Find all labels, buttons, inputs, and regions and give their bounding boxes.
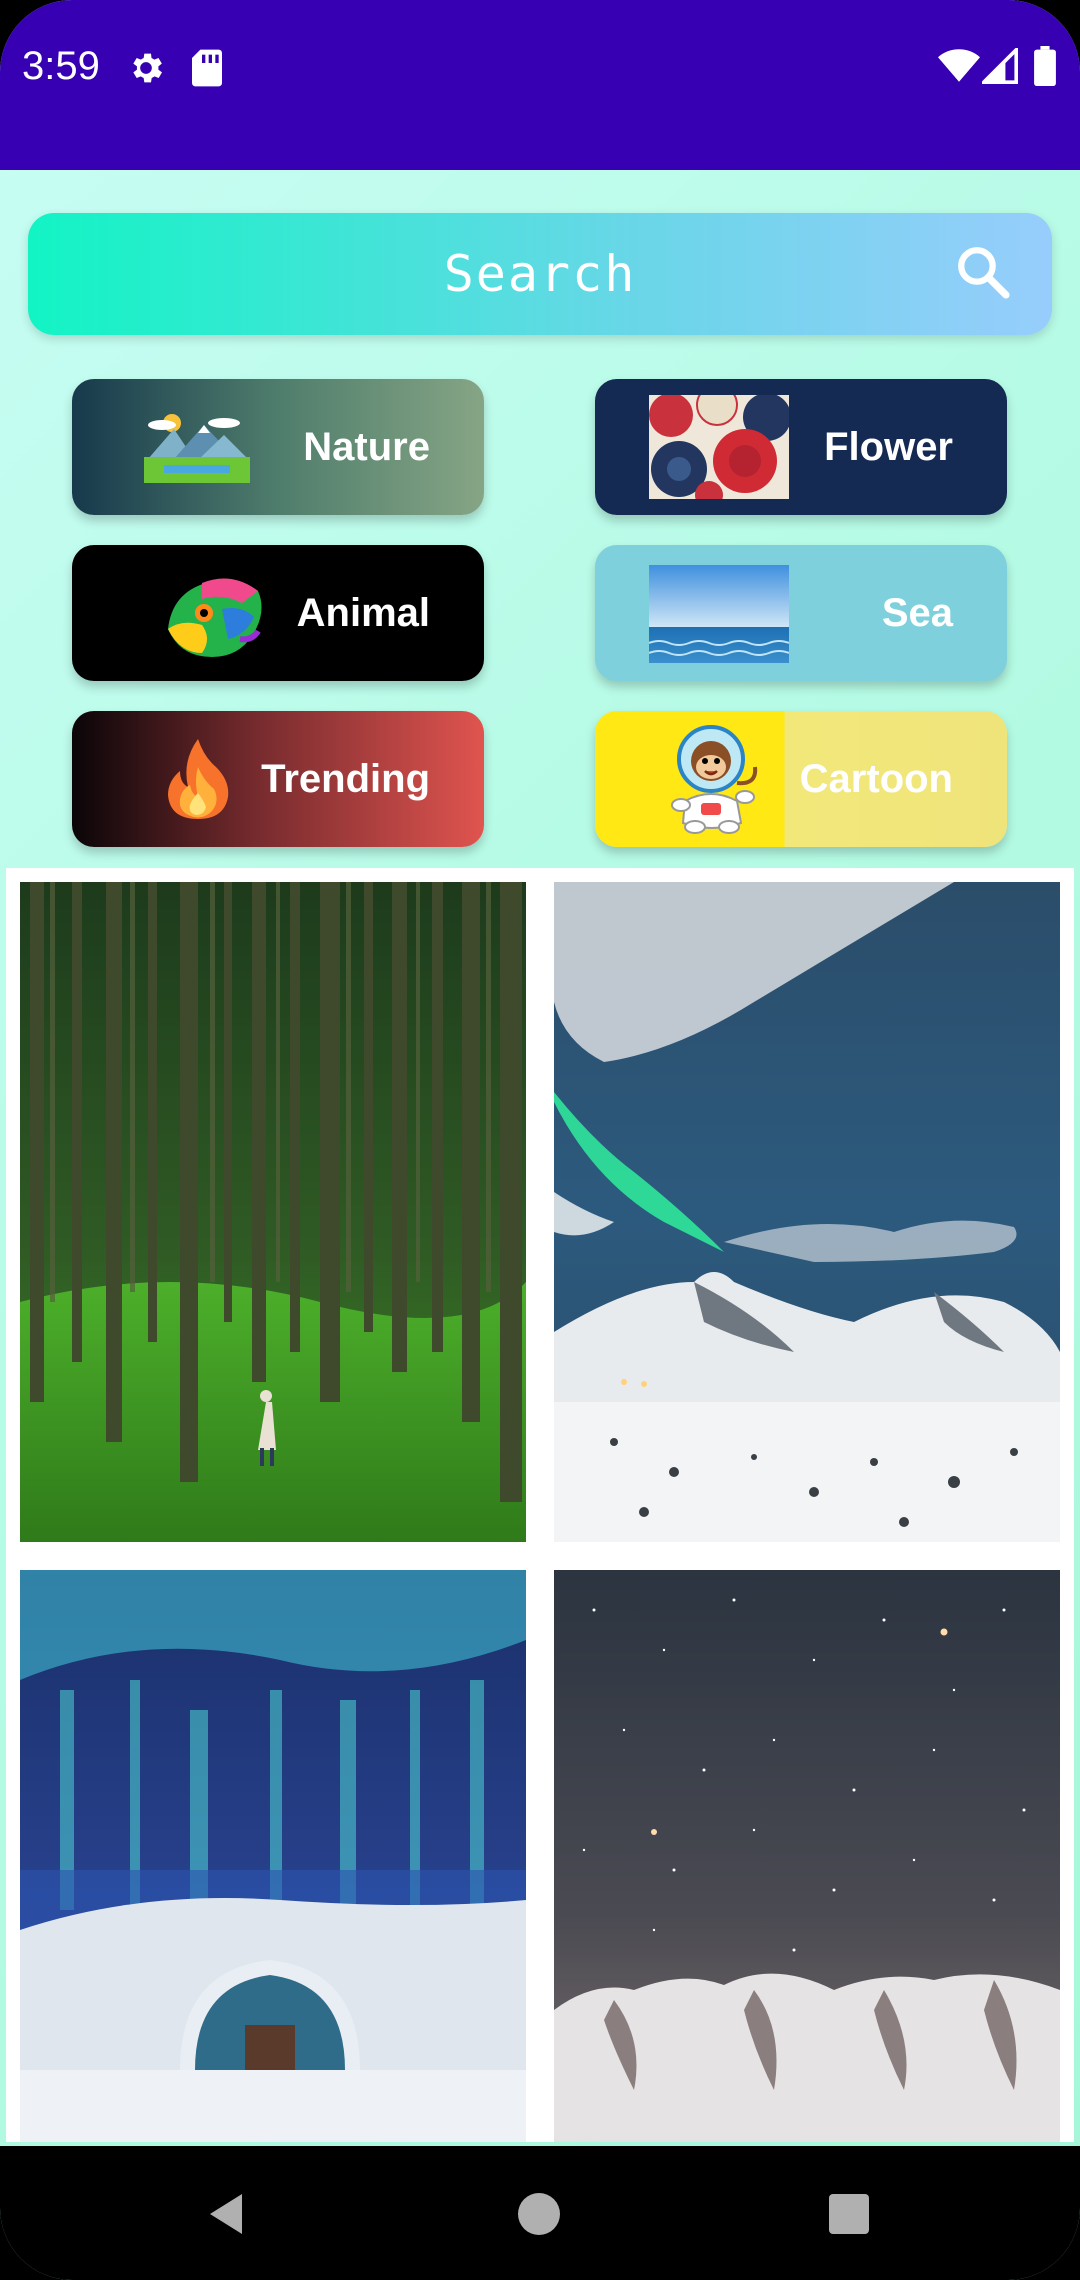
category-cartoon-label: Cartoon [799, 757, 953, 801]
home-icon[interactable] [518, 2193, 560, 2235]
category-trending-label: Trending [261, 757, 430, 801]
category-nature-button[interactable]: Nature [72, 379, 484, 515]
search-icon[interactable] [954, 243, 1012, 301]
category-sea-button[interactable]: Sea [595, 545, 1007, 681]
recents-icon[interactable] [828, 2194, 870, 2234]
gear-icon [133, 53, 162, 83]
chameleon-icon [168, 578, 262, 657]
category-trending-button[interactable]: Trending [72, 711, 484, 847]
category-sea-label: Sea [881, 591, 953, 635]
landscape-icon [144, 414, 250, 483]
category-animal-label: Animal [296, 591, 430, 635]
search-bar[interactable]: Search [28, 213, 1052, 335]
sea-icon [649, 565, 789, 663]
category-flower-label: Flower [824, 425, 953, 469]
aurora-ice-hotel-photo[interactable] [20, 1570, 526, 2142]
astronaut-monkey-icon [671, 725, 758, 834]
category-flower-button[interactable]: Flower [595, 379, 1007, 515]
navigation-bar [0, 2146, 1080, 2280]
category-animal-button[interactable]: Animal [72, 545, 484, 681]
sd-card-icon [192, 49, 222, 87]
status-bar: 3:59 [0, 0, 1080, 170]
flower-pattern-icon [649, 395, 789, 499]
aurora-mountain-photo[interactable] [554, 882, 1060, 1542]
screen: 3:59 Search Nature Flower Animal Sea Tre… [0, 0, 1080, 2280]
category-cartoon-button[interactable]: Cartoon [595, 711, 1007, 847]
category-nature-label: Nature [303, 425, 430, 469]
fire-icon [168, 739, 229, 819]
back-icon[interactable] [206, 2192, 246, 2236]
search-label: Search [443, 245, 637, 303]
forest-photo[interactable] [20, 882, 526, 1542]
status-time: 3:59 [22, 44, 100, 88]
battery-icon [1034, 46, 1056, 86]
starry-sky-mountain-photo[interactable] [554, 1570, 1060, 2142]
wifi-icon [938, 49, 980, 82]
signal-icon [982, 48, 1018, 84]
